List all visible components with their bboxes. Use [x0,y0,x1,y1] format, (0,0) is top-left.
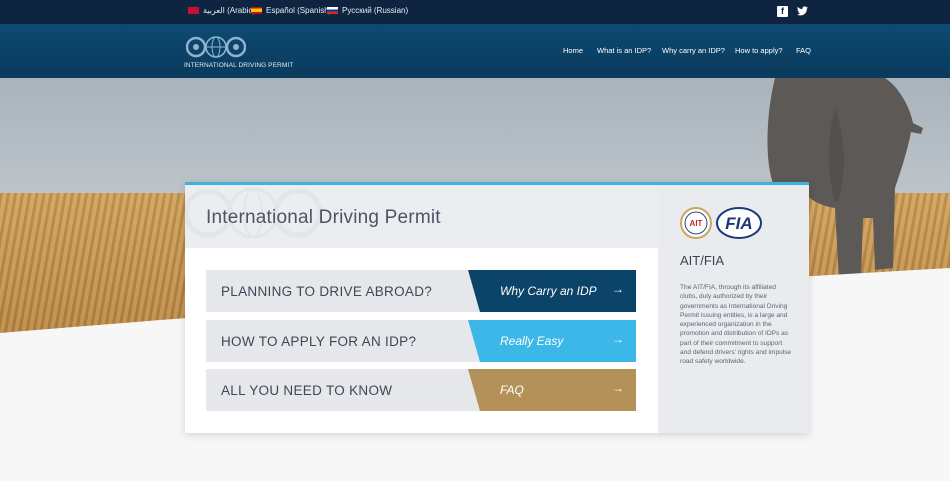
faq-label: FAQ [500,383,524,397]
nav-why-carry[interactable]: Why carry an IDP? [662,46,725,55]
lang-russian-label: Русский (Russian) [342,6,409,15]
row-planning[interactable]: PLANNING TO DRIVE ABROAD? Why Carry an I… [206,270,636,312]
why-carry-idp-label: Why Carry an IDP [500,284,597,298]
nav-home[interactable]: Home [563,46,583,55]
arrow-right-icon: → [612,381,624,395]
faq-button[interactable]: FAQ → [468,369,636,411]
lang-russian[interactable]: Русский (Russian) [327,6,408,15]
really-easy-button[interactable]: Really Easy → [468,320,636,362]
arrow-right-icon: → [612,282,624,296]
nav-what-is-idp[interactable]: What is an IDP? [597,46,651,55]
lang-spanish[interactable]: Español (Spanish) [251,6,331,15]
row-all-you-need-label: ALL YOU NEED TO KNOW [221,383,393,398]
card-title: International Driving Permit [206,207,441,228]
aitfia-sidebar: AIT FIA AIT/FIA The AIT/FIA, through its… [658,185,809,433]
facebook-icon[interactable]: f [777,6,788,17]
twitter-icon[interactable] [797,6,808,17]
row-how-to-apply-label: HOW TO APPLY FOR AN IDP? [221,334,417,349]
site-header: INTERNATIONAL DRIVING PERMIT Home What i… [0,24,950,78]
logo-text: INTERNATIONAL DRIVING PERMIT [184,62,294,69]
nav-faq[interactable]: FAQ [796,46,811,55]
flag-arabic-icon [188,7,199,14]
row-all-you-need[interactable]: ALL YOU NEED TO KNOW FAQ → [206,369,636,411]
wheel-globe-logo-icon [186,36,246,58]
ait-logo-icon[interactable]: AIT [680,207,712,239]
main-card: International Driving Permit PLANNING TO… [185,182,809,433]
row-how-to-apply[interactable]: HOW TO APPLY FOR AN IDP? Really Easy → [206,320,636,362]
lang-arabic-label: العربية (Arabic) [203,6,256,15]
fia-logo-icon[interactable]: FIA [716,207,762,239]
partner-logos: AIT FIA [680,207,762,239]
flag-spanish-icon [251,7,262,14]
why-carry-idp-button[interactable]: Why Carry an IDP → [468,270,636,312]
svg-text:AIT: AIT [690,219,703,228]
lang-arabic[interactable]: العربية (Arabic) [188,6,255,15]
sidebar-title: AIT/FIA [680,253,725,268]
really-easy-label: Really Easy [500,334,564,348]
arrow-right-icon: → [612,332,624,346]
card-header: International Driving Permit [185,185,658,248]
flag-russian-icon [327,7,338,14]
svg-text:FIA: FIA [725,214,752,233]
sidebar-description: The AIT/FIA, through its affiliated club… [680,284,792,366]
site-logo[interactable]: INTERNATIONAL DRIVING PERMIT [184,34,314,74]
nav-how-to-apply[interactable]: How to apply? [735,46,783,55]
lang-spanish-label: Español (Spanish) [266,6,332,15]
row-planning-label: PLANNING TO DRIVE ABROAD? [221,284,433,299]
language-bar: العربية (Arabic) Español (Spanish) Русск… [0,0,950,24]
